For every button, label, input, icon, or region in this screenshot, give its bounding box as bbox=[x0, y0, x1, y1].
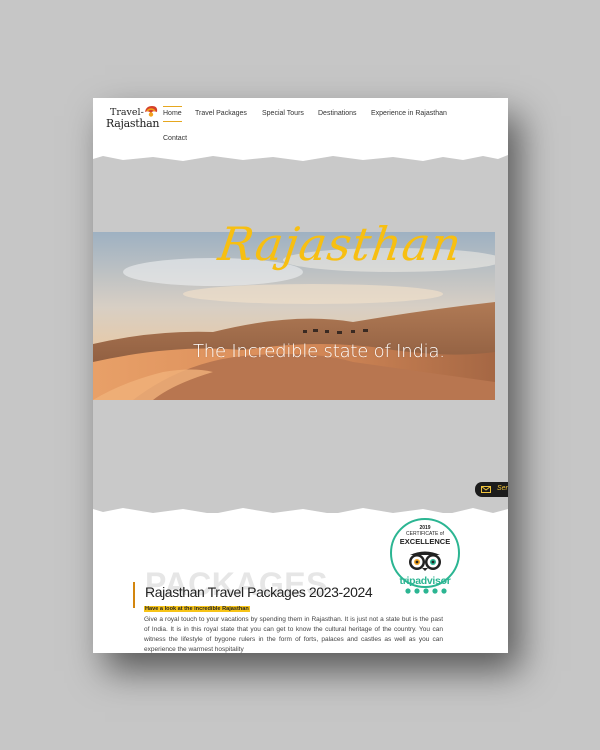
site-logo[interactable]: Travel- Rajasthan bbox=[106, 102, 160, 132]
title-accent-bar bbox=[133, 582, 135, 608]
website-page: Travel- Rajasthan Home Travel Packages S… bbox=[93, 98, 508, 653]
section-title: Rajasthan Travel Packages 2023-2024 bbox=[145, 584, 373, 600]
hero-subtitle: The Incredible state of India. bbox=[193, 341, 445, 362]
turban-logo-icon bbox=[145, 106, 158, 117]
mail-icon bbox=[481, 486, 491, 493]
brush-edge-bottom bbox=[93, 508, 508, 517]
tripadvisor-owl-icon bbox=[409, 551, 441, 571]
nav-item-travel-packages[interactable]: Travel Packages bbox=[195, 110, 247, 117]
rating-dots bbox=[405, 588, 447, 594]
nav-item-destinations[interactable]: Destinations bbox=[318, 110, 357, 117]
brush-edge-top bbox=[93, 153, 508, 161]
send-message-tab[interactable]: Ser bbox=[475, 482, 508, 497]
section-highlight: Have a look at the incredible Rajasthan bbox=[144, 606, 250, 612]
hero-title: Rajasthan bbox=[215, 217, 466, 271]
nav-item-special-tours[interactable]: Special Tours bbox=[262, 110, 304, 117]
nav-item-experience-in-rajasthan[interactable]: Experience in Rajasthan bbox=[371, 110, 447, 117]
nav-item-home[interactable]: Home bbox=[163, 106, 182, 122]
hero-banner: Rajasthan The Incredible state of India. bbox=[93, 153, 508, 517]
badge-excellence-text: EXCELLENCE bbox=[399, 537, 451, 546]
nav-item-contact[interactable]: Contact bbox=[163, 135, 187, 142]
send-tab-label: Ser bbox=[497, 485, 508, 492]
tripadvisor-wordmark: tripadvisor bbox=[399, 575, 451, 587]
section-body-text: Give a royal touch to your vacations by … bbox=[144, 616, 443, 653]
logo-text-line2: Rajasthan bbox=[106, 117, 160, 130]
tripadvisor-badge[interactable]: 2019 CERTIFICATE of EXCELLENCE tripadvis… bbox=[390, 518, 462, 598]
